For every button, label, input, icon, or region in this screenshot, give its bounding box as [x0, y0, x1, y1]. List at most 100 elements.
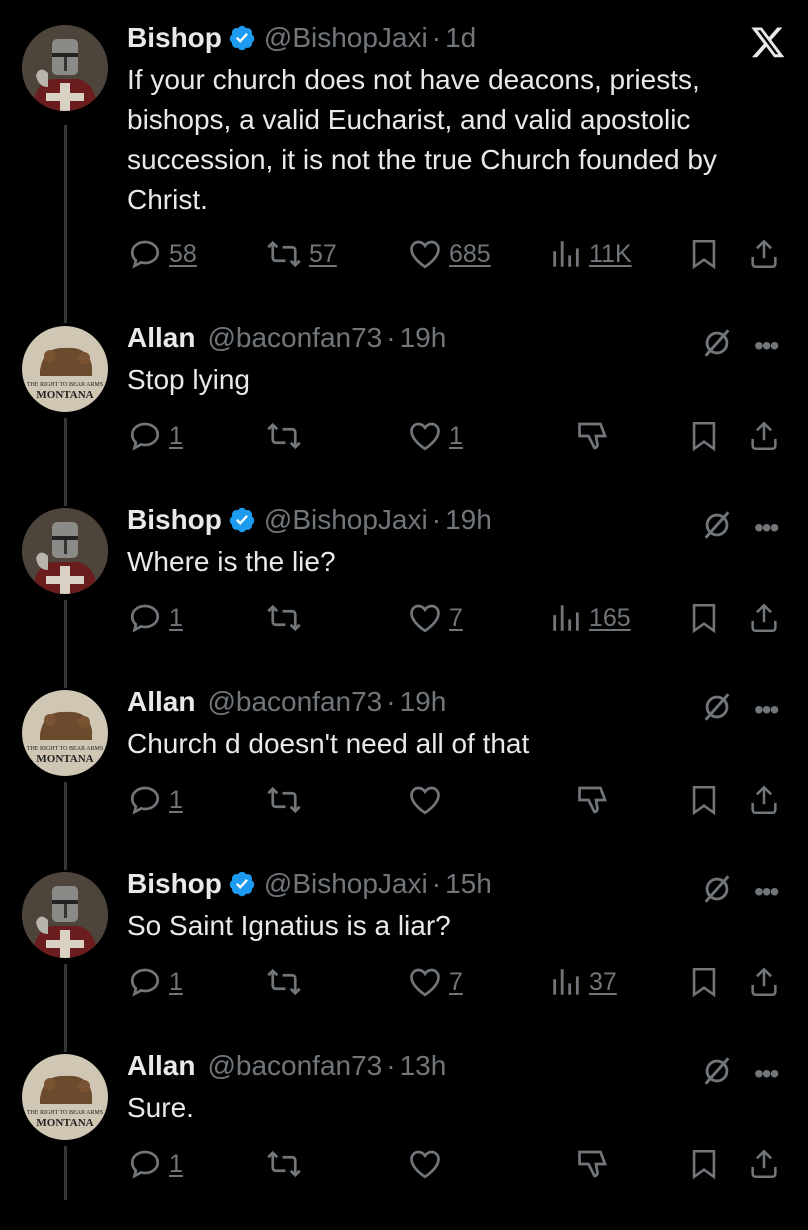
- more-options-icon[interactable]: •••: [754, 513, 779, 541]
- reply-count: 1: [169, 967, 183, 996]
- tweet-text: Church d doesn't need all of that: [127, 728, 530, 759]
- grok-icon[interactable]: [700, 1054, 734, 1093]
- share-button[interactable]: [747, 418, 781, 454]
- like-button[interactable]: 1: [407, 418, 463, 454]
- reply-icon: [130, 240, 160, 269]
- like-button[interactable]: 7: [407, 600, 463, 636]
- grok-icon[interactable]: [700, 508, 734, 547]
- bookmark-icon: [692, 785, 716, 816]
- views-icon: [553, 241, 579, 267]
- downvote-button[interactable]: [575, 418, 611, 454]
- avatar[interactable]: THE RIGHT TO BEAR ARMS MONTANA: [22, 1054, 108, 1140]
- reply-button[interactable]: 1: [127, 964, 183, 1000]
- heart-icon: [410, 1150, 440, 1179]
- share-icon: [751, 785, 777, 815]
- display-name[interactable]: Bishop: [127, 20, 222, 56]
- grok-icon[interactable]: [700, 690, 734, 729]
- avatar[interactable]: THE RIGHT TO BEAR ARMS MONTANA: [22, 690, 108, 776]
- views-button[interactable]: 165: [549, 600, 631, 636]
- reply-button[interactable]: 1: [127, 1146, 183, 1182]
- bookmark-button[interactable]: [687, 600, 721, 636]
- bookmark-button[interactable]: [687, 1146, 721, 1182]
- svg-text:MONTANA: MONTANA: [36, 753, 93, 765]
- avatar[interactable]: THE RIGHT TO BEAR ARMS MONTANA: [22, 326, 108, 412]
- action-bar: 1 1: [127, 418, 788, 458]
- share-button[interactable]: [747, 782, 781, 818]
- bookmark-button[interactable]: [687, 964, 721, 1000]
- handle[interactable]: @baconfan73: [207, 320, 382, 356]
- like-button[interactable]: [407, 782, 449, 818]
- heart-icon: [410, 968, 440, 997]
- bookmark-button[interactable]: [687, 782, 721, 818]
- share-icon: [751, 967, 777, 997]
- display-name[interactable]: Bishop: [127, 866, 222, 902]
- thumbs-down-icon: [578, 1150, 607, 1178]
- avatar[interactable]: [22, 872, 108, 958]
- like-button[interactable]: [407, 1146, 449, 1182]
- more-options-icon[interactable]: •••: [754, 331, 779, 359]
- reply-button[interactable]: 1: [127, 418, 183, 454]
- display-name[interactable]: Allan: [127, 1048, 195, 1084]
- handle[interactable]: @BishopJaxi: [264, 866, 428, 902]
- share-button[interactable]: [747, 236, 781, 272]
- views-icon: [553, 969, 579, 995]
- display-name[interactable]: Allan: [127, 320, 195, 356]
- handle[interactable]: @baconfan73: [207, 1048, 382, 1084]
- handle[interactable]: @BishopJaxi: [264, 502, 428, 538]
- like-button[interactable]: 685: [407, 236, 491, 272]
- timestamp[interactable]: 13h: [400, 1048, 447, 1084]
- tweet[interactable]: THE RIGHT TO BEAR ARMS MONTANA Allan @bac…: [0, 684, 808, 866]
- more-options-icon[interactable]: •••: [754, 877, 779, 905]
- bookmark-button[interactable]: [687, 418, 721, 454]
- avatar[interactable]: [22, 25, 108, 111]
- grok-icon[interactable]: [700, 326, 734, 365]
- display-name[interactable]: Allan: [127, 684, 195, 720]
- timestamp[interactable]: 19h: [445, 502, 492, 538]
- downvote-button[interactable]: [575, 1146, 611, 1182]
- reply-button[interactable]: 1: [127, 600, 183, 636]
- reply-button[interactable]: 1: [127, 782, 183, 818]
- retweet-button[interactable]: 57: [265, 236, 337, 272]
- downvote-button[interactable]: [575, 782, 611, 818]
- retweet-button[interactable]: [265, 1146, 303, 1182]
- bookmark-button[interactable]: [687, 236, 721, 272]
- grok-icon[interactable]: [700, 872, 734, 911]
- retweet-button[interactable]: [265, 782, 303, 818]
- reply-button[interactable]: 58: [127, 236, 197, 272]
- more-options-icon[interactable]: •••: [754, 1059, 779, 1087]
- avatar[interactable]: [22, 508, 108, 594]
- views-icon: [553, 605, 579, 631]
- svg-text:MONTANA: MONTANA: [36, 1117, 93, 1129]
- retweet-button[interactable]: [265, 964, 303, 1000]
- reply-count: 1: [169, 1149, 183, 1178]
- views-button[interactable]: 11K: [549, 236, 632, 272]
- views-count: 165: [589, 603, 631, 632]
- display-name[interactable]: Bishop: [127, 502, 222, 538]
- tweet[interactable]: Bishop @BishopJaxi · 15h So Saint Ignati…: [0, 866, 808, 1048]
- share-button[interactable]: [747, 964, 781, 1000]
- share-button[interactable]: [747, 1146, 781, 1182]
- timestamp[interactable]: 15h: [445, 866, 492, 902]
- bookmark-icon: [692, 967, 716, 998]
- grok-icon: [704, 1057, 730, 1085]
- like-button[interactable]: 7: [407, 964, 463, 1000]
- tweet-header: Bishop @BishopJaxi · 1d: [127, 20, 788, 56]
- handle[interactable]: @BishopJaxi: [264, 20, 428, 56]
- handle[interactable]: @baconfan73: [207, 684, 382, 720]
- retweet-icon: [267, 604, 301, 632]
- timestamp[interactable]: 1d: [445, 20, 476, 56]
- more-options-icon[interactable]: •••: [754, 695, 779, 723]
- tweet[interactable]: THE RIGHT TO BEAR ARMS MONTANA Allan @bac…: [0, 1048, 808, 1230]
- share-button[interactable]: [747, 600, 781, 636]
- tweet[interactable]: THE RIGHT TO BEAR ARMS MONTANA Allan @bac…: [0, 320, 808, 502]
- tweet[interactable]: Bishop @BishopJaxi · 19h Where is the li…: [0, 502, 808, 684]
- retweet-button[interactable]: [265, 418, 303, 454]
- views-button[interactable]: 37: [549, 964, 617, 1000]
- like-count: 1: [449, 421, 463, 450]
- tweet[interactable]: Bishop @BishopJaxi · 1d If your church d…: [0, 0, 808, 300]
- timestamp[interactable]: 19h: [400, 320, 447, 356]
- heart-icon: [410, 786, 440, 815]
- timestamp[interactable]: 19h: [400, 684, 447, 720]
- retweet-button[interactable]: [265, 600, 303, 636]
- thumbs-down-icon: [578, 786, 607, 814]
